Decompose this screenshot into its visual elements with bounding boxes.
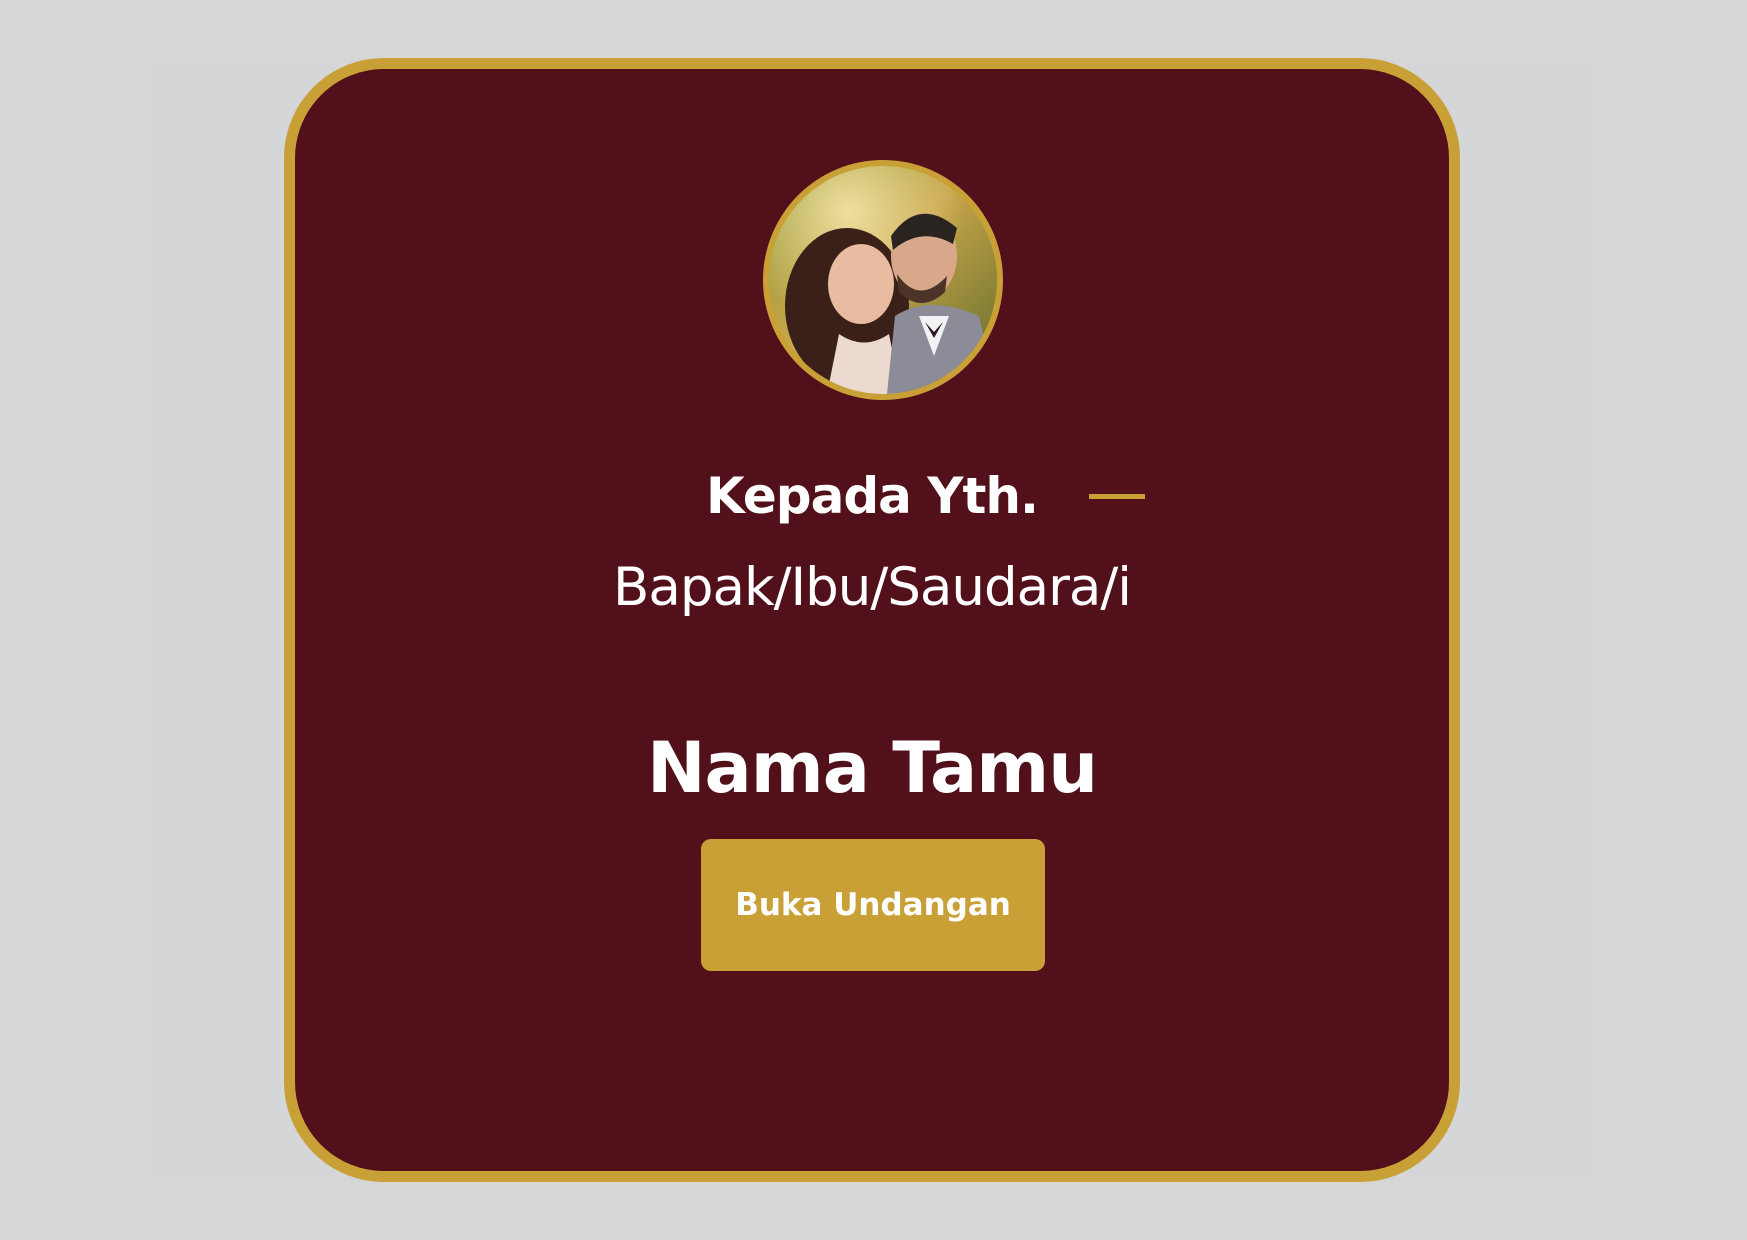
invitation-cover-card: Kepada Yth. Bapak/Ibu/Saudara/i Nama Tam… — [284, 58, 1460, 1182]
couple-photo — [769, 166, 997, 394]
open-invitation-button[interactable]: Buka Undangan — [701, 839, 1045, 971]
salutation-text: Bapak/Ibu/Saudara/i — [613, 557, 1132, 618]
greeting-dash-divider — [1089, 494, 1145, 499]
couple-photo-frame — [763, 160, 1003, 400]
guest-name: Nama Tamu — [646, 727, 1098, 809]
greeting-row: Kepada Yth. — [295, 461, 1449, 531]
greeting-text: Kepada Yth. — [706, 467, 1039, 525]
